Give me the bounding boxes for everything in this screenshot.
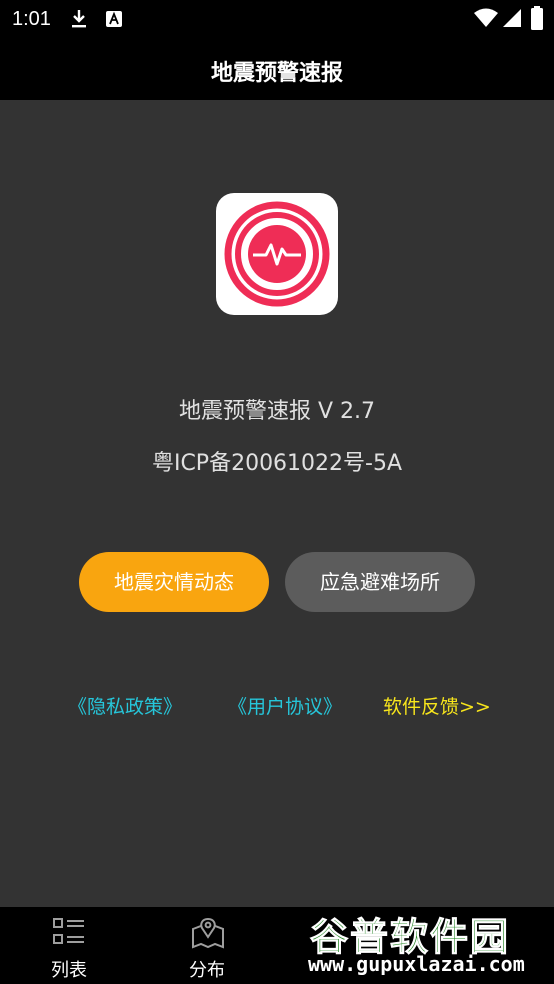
- page-title: 地震预警速报: [210, 61, 343, 86]
- app-logo-icon: [216, 193, 338, 315]
- watermark-url: www.gupuxlazai.com: [308, 952, 525, 976]
- about-panel: 地震预警速报 V 2.7 粤ICP备20061022号-5A 地震灾情动态 应急…: [0, 100, 554, 907]
- privacy-policy-link[interactable]: 《隐私政策》: [68, 692, 182, 719]
- nav-item-map[interactable]: 分布: [138, 907, 276, 984]
- download-icon: [70, 9, 88, 33]
- watermark: 谷普软件园 www.gupuxlazai.com: [300, 900, 554, 984]
- wifi-icon: [474, 8, 498, 32]
- feedback-link[interactable]: 软件反馈>>: [383, 692, 491, 719]
- nav-label-map: 分布: [189, 960, 225, 981]
- user-agreement-link[interactable]: 《用户协议》: [228, 692, 342, 719]
- signal-icon: [502, 8, 522, 32]
- battery-icon: [530, 6, 544, 34]
- nav-item-list[interactable]: 列表: [0, 907, 138, 984]
- map-icon: [191, 917, 225, 953]
- nav-label-list: 列表: [51, 960, 87, 981]
- app-bar: 地震预警速报: [0, 40, 554, 100]
- a-icon: [105, 9, 123, 33]
- app-name-version: 地震预警速报 V 2.7: [178, 399, 376, 424]
- status-bar: 1:01: [0, 0, 554, 40]
- status-time: 1:01: [12, 8, 51, 30]
- earthquake-disaster-button[interactable]: 地震灾情动态: [79, 552, 269, 612]
- icp-record: 粤ICP备20061022号-5A: [151, 451, 403, 476]
- list-icon: [53, 917, 85, 951]
- emergency-shelter-button[interactable]: 应急避难场所: [285, 552, 475, 612]
